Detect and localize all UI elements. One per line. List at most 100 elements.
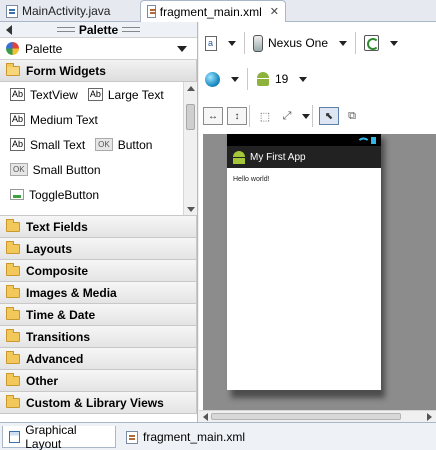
textview-icon: Ab [10, 88, 26, 101]
emulate-size-icon[interactable]: ⬚ [256, 107, 274, 125]
scroll-thumb[interactable] [186, 104, 195, 130]
theme-dropdown[interactable] [199, 66, 245, 92]
tab-graphical-layout[interactable]: Graphical Layout [2, 423, 116, 450]
category-images-media[interactable]: Images & Media [0, 282, 197, 304]
hello-textview[interactable]: Hello world! [227, 168, 381, 183]
widget-small-text[interactable]: Ab Small Text [10, 138, 85, 152]
chevron-down-icon[interactable] [177, 46, 187, 52]
chevron-down-icon[interactable] [302, 113, 310, 119]
category-layouts[interactable]: Layouts [0, 238, 197, 260]
chevron-down-icon [228, 40, 236, 46]
palette-selector[interactable]: Palette [0, 38, 197, 60]
small-text-icon: Ab [10, 138, 26, 151]
widget-label: TextView [30, 87, 78, 102]
editor-toolbar-device: Nexus One [199, 26, 436, 60]
widget-scrollbar[interactable] [183, 82, 197, 215]
chevron-down-icon [231, 76, 239, 82]
widget-row: OK Small Button [0, 157, 197, 182]
layout-icon [9, 430, 21, 443]
widget-row: Ab TextView Ab Large Text [0, 82, 197, 107]
widget-toggle-button[interactable]: ToggleButton [10, 188, 99, 202]
category-label: Composite [26, 263, 89, 278]
fill-width-icon[interactable]: ↔ [203, 107, 223, 125]
category-label: Transitions [26, 329, 91, 344]
scroll-down-icon[interactable] [187, 207, 195, 212]
palette-panel: Palette Palette Form Widgets Ab TextView… [0, 22, 198, 422]
separator [244, 32, 245, 54]
chevron-down-icon [339, 40, 348, 46]
bottom-tab-bar: Graphical Layout fragment_main.xml [0, 422, 436, 450]
tab-label: fragment_main.xml [143, 430, 246, 444]
device-name: Nexus One [268, 36, 329, 50]
globe-icon [205, 71, 220, 87]
widget-small-button[interactable]: OK Small Button [10, 163, 101, 177]
widget-list: Ab TextView Ab Large Text Ab Medium Text… [0, 82, 197, 216]
widget-label: Medium Text [30, 112, 98, 127]
folder-icon [6, 350, 20, 364]
toggle-icon [10, 189, 24, 200]
category-advanced[interactable]: Advanced [0, 348, 197, 370]
widget-row: Ab Medium Text [0, 107, 197, 132]
status-bar [227, 134, 381, 146]
category-label: Text Fields [26, 219, 88, 234]
chevron-down-icon [390, 40, 399, 46]
separator [247, 68, 248, 90]
widget-large-text[interactable]: Ab Large Text [87, 87, 164, 102]
xml-file-icon [126, 430, 138, 444]
category-list: Text Fields Layouts Composite Images & M… [0, 216, 197, 414]
device-dropdown[interactable]: Nexus One [247, 30, 353, 56]
chevron-down-icon [299, 76, 308, 82]
category-label: Other [26, 373, 59, 388]
widget-button[interactable]: OK Button [95, 138, 152, 152]
tab-xml-source[interactable]: fragment_main.xml [120, 426, 252, 448]
collapse-left-icon[interactable] [6, 25, 12, 35]
tab-main-activity[interactable]: MainActivity.java [0, 0, 138, 22]
android-icon [256, 72, 270, 86]
clip-icon[interactable]: ⧉ [343, 107, 361, 125]
category-other[interactable]: Other [0, 370, 197, 392]
category-label: Images & Media [26, 285, 117, 300]
folder-icon [6, 262, 20, 276]
widget-medium-text[interactable]: Ab Medium Text [10, 113, 98, 127]
folder-icon [6, 218, 20, 232]
device-preview[interactable]: My First App Hello world! [227, 134, 381, 390]
category-form-widgets[interactable]: Form Widgets [0, 60, 197, 82]
small-button-icon: OK [10, 163, 28, 176]
category-label: Time & Date [26, 307, 96, 322]
fill-height-icon[interactable]: ↕ [227, 107, 247, 125]
category-text-fields[interactable]: Text Fields [0, 216, 197, 238]
button-icon: OK [95, 138, 113, 151]
editor-toolbar-layout: ↔ ↕ ⬚ ⤢ ⬉ ⧉ [199, 104, 436, 128]
category-time-date[interactable]: Time & Date [0, 304, 197, 326]
close-icon[interactable]: ✕ [270, 5, 279, 18]
scroll-thumb[interactable] [211, 413, 401, 420]
orientation-dropdown[interactable] [358, 30, 404, 56]
widget-row: Ab Small Text OK Button [0, 132, 197, 157]
api-level-value: 19 [275, 72, 289, 86]
config-chooser-button[interactable] [199, 30, 242, 56]
palette-icon [6, 42, 19, 55]
tab-fragment-main-xml[interactable]: fragment_main.xml ✕ [140, 0, 286, 22]
zoom-fit-icon[interactable]: ⤢ [278, 107, 296, 125]
widget-textview[interactable]: Ab TextView [10, 88, 78, 102]
api-level-dropdown[interactable]: 19 [250, 66, 313, 92]
scroll-left-icon[interactable] [203, 413, 208, 421]
category-composite[interactable]: Composite [0, 260, 197, 282]
show-outline-icon[interactable]: ⬉ [319, 107, 339, 125]
canvas-horizontal-scrollbar[interactable] [199, 410, 436, 422]
separator [249, 105, 250, 127]
scroll-up-icon[interactable] [187, 86, 195, 91]
xml-file-icon [147, 5, 156, 18]
folder-open-icon [6, 62, 20, 76]
widget-label: Large Text [107, 87, 164, 102]
category-custom-library-views[interactable]: Custom & Library Views [0, 392, 197, 414]
category-label: Layouts [26, 241, 73, 256]
separator [355, 32, 357, 54]
design-canvas[interactable]: My First App Hello world! [203, 134, 436, 410]
category-label: Advanced [26, 351, 84, 366]
java-file-icon [6, 4, 18, 18]
folder-icon [6, 394, 20, 408]
category-transitions[interactable]: Transitions [0, 326, 197, 348]
scroll-right-icon[interactable] [427, 413, 432, 421]
editor-tab-bar: MainActivity.java fragment_main.xml ✕ [0, 0, 436, 22]
